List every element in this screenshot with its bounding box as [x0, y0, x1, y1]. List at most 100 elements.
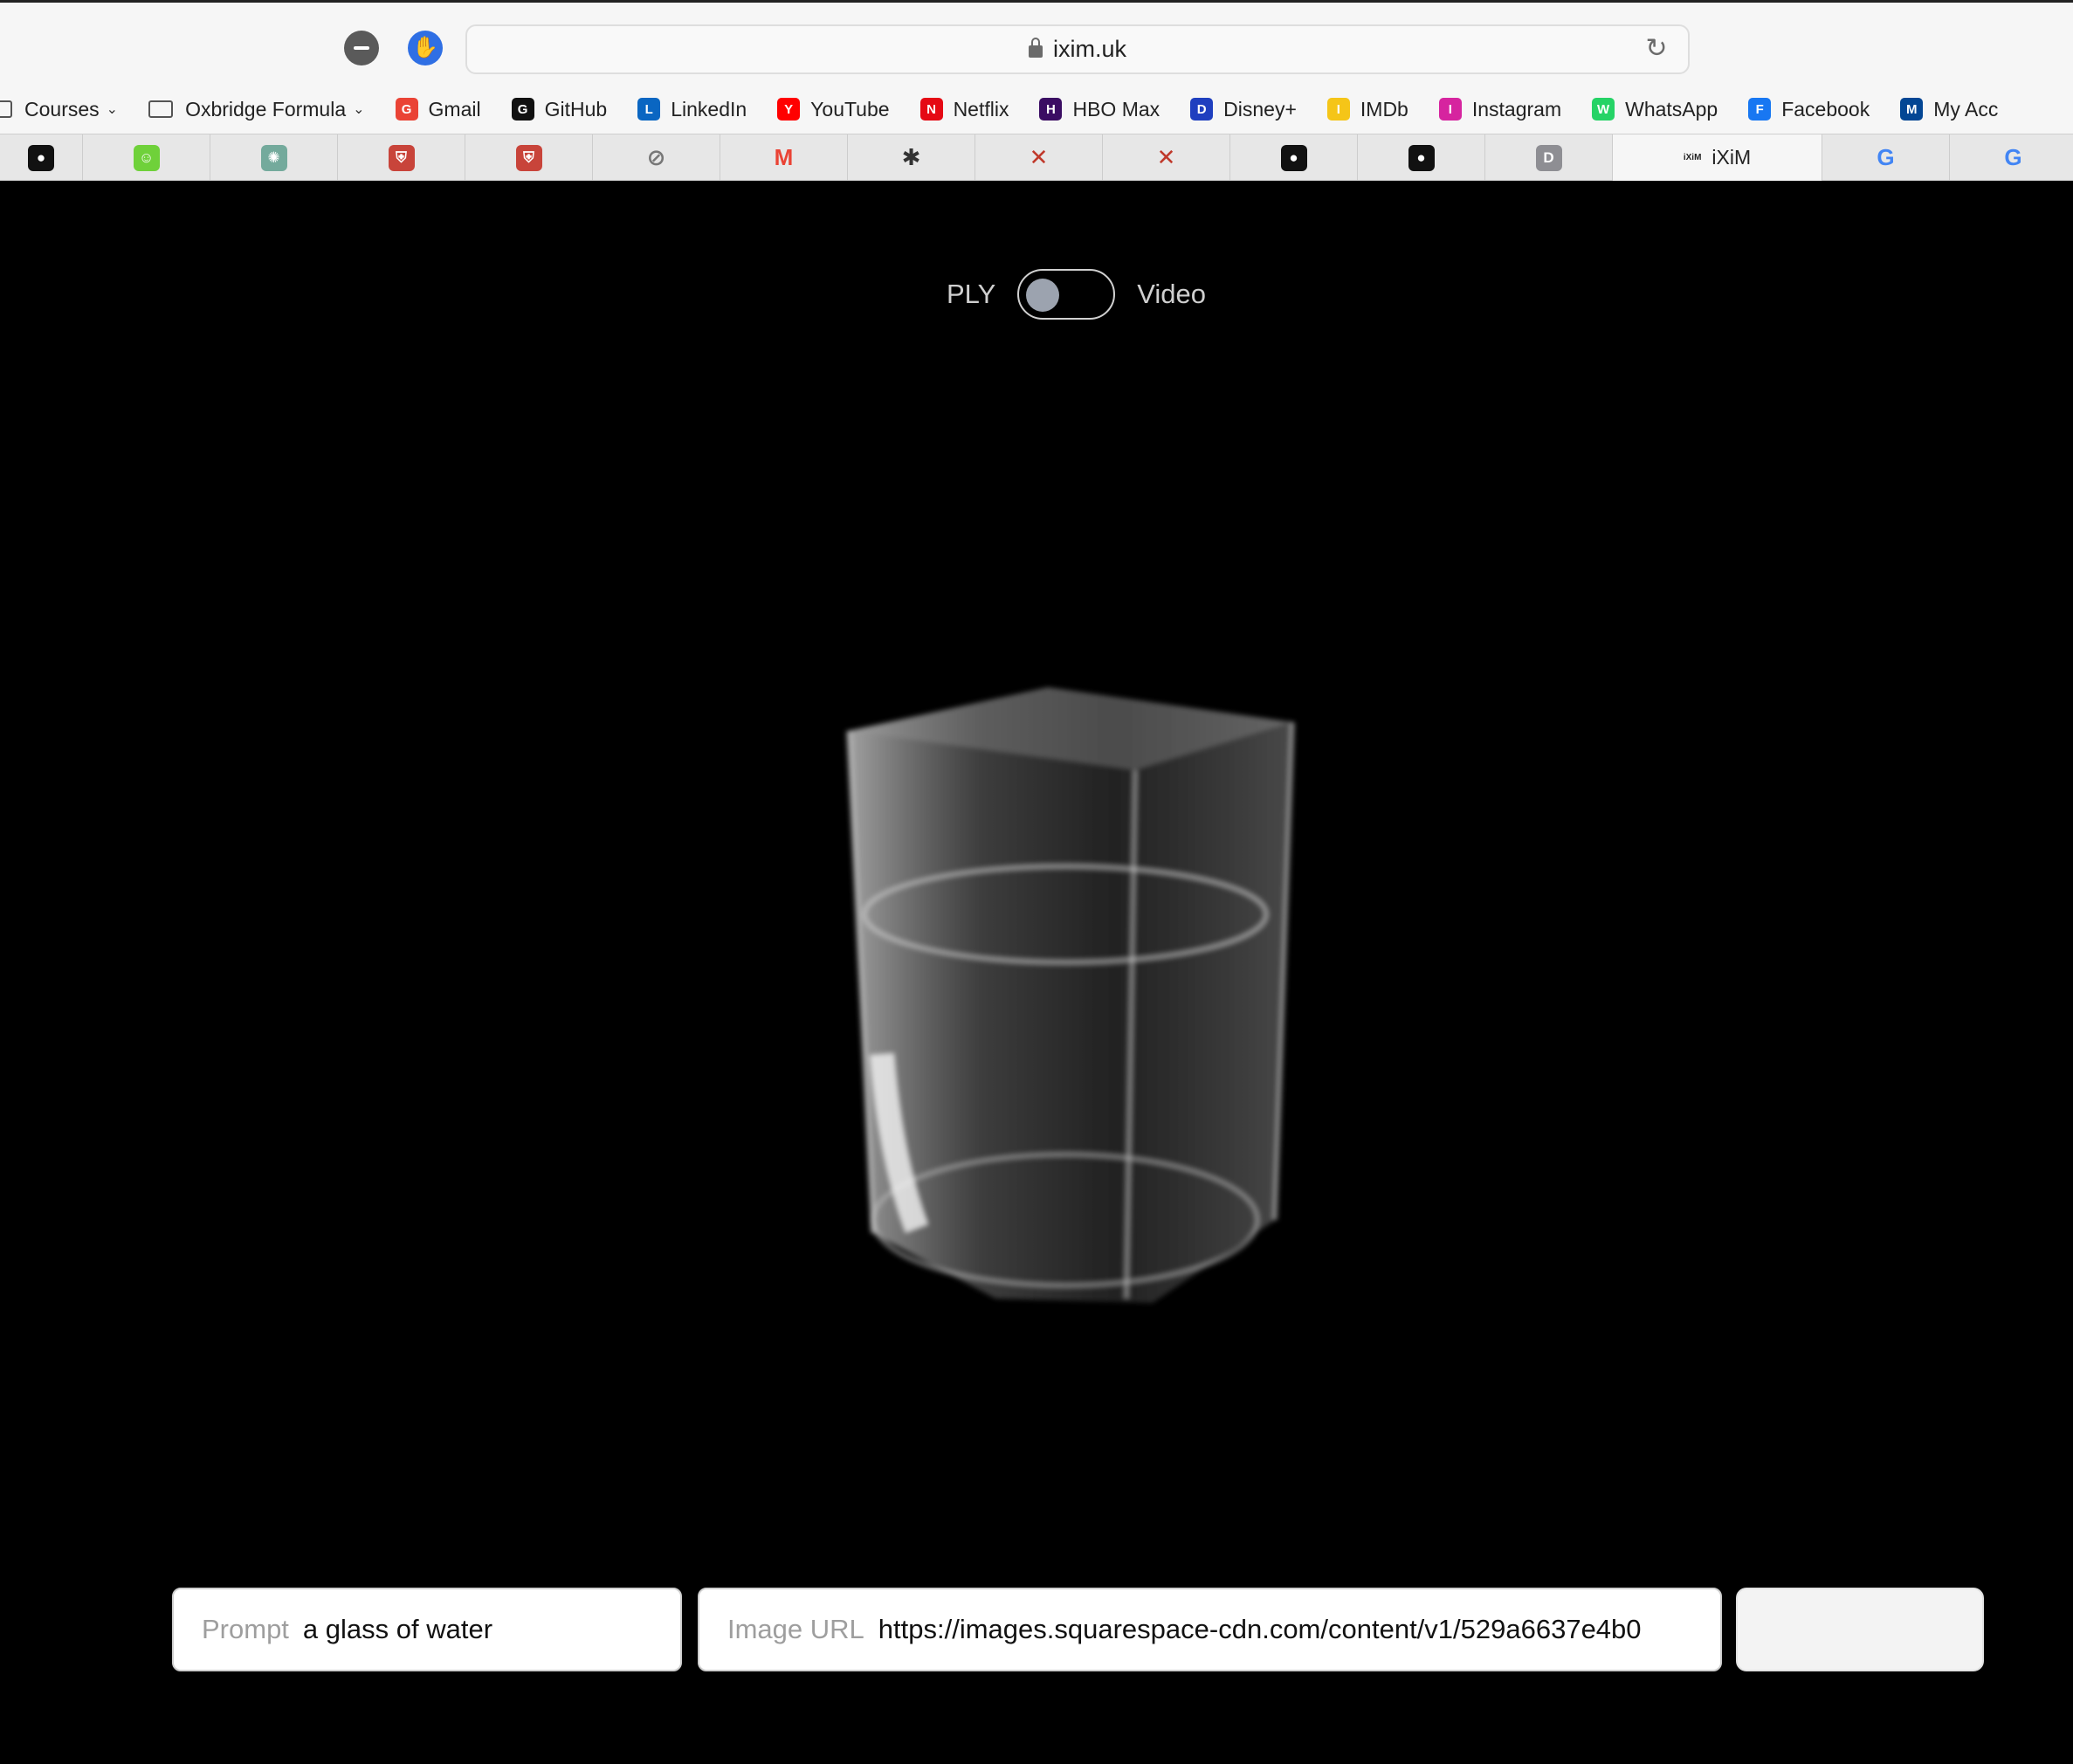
x-mark-icon: ✕: [1029, 144, 1049, 170]
github-icon: ●: [1280, 144, 1307, 171]
address-bar[interactable]: ixim.uk ↻: [465, 24, 1690, 74]
bookmark-label: GitHub: [544, 97, 608, 121]
browser-tab[interactable]: ●: [1230, 134, 1358, 181]
bookmark-linkedin[interactable]: L LinkedIn: [637, 98, 747, 121]
browser-tab[interactable]: ✺: [210, 134, 338, 181]
instagram-icon: I: [1438, 98, 1462, 121]
bookmark-facebook[interactable]: F Facebook: [1748, 98, 1870, 121]
prompt-value[interactable]: a glass of water: [303, 1614, 492, 1645]
gmail-icon: M: [774, 144, 794, 170]
linkedin-icon: L: [637, 98, 661, 121]
cambridge-crest-icon: ⛨: [388, 144, 415, 171]
browser-tab[interactable]: ⛨: [465, 134, 593, 181]
bookmark-netflix[interactable]: N Netflix: [919, 97, 1009, 121]
bookmark-label: Oxbridge Formula: [185, 97, 347, 121]
browser-tab[interactable]: ✕: [975, 134, 1103, 181]
x-mark-icon: ✕: [1156, 144, 1176, 170]
bookmark-instagram[interactable]: I Instagram: [1438, 97, 1562, 121]
tab-strip: ● ☺ ✺ ⛨ ⛨ ⊘ M ✱ ✕ ✕ ● ● DiXiM iXiM G G: [0, 134, 2073, 181]
bookmark-disney-[interactable]: D Disney+: [1190, 98, 1297, 121]
chatgpt-icon: ✺: [260, 144, 287, 171]
reload-icon[interactable]: ↻: [1644, 36, 1669, 62]
3d-viewer-canvas[interactable]: [786, 617, 1415, 1351]
prompt-input[interactable]: Prompt a glass of water: [172, 1588, 682, 1671]
gmail-icon: G: [395, 98, 418, 121]
whatsapp-icon: W: [1592, 98, 1615, 121]
cambridge-crest-icon: ⛨: [515, 144, 542, 171]
bookmark-imdb[interactable]: I IMDb: [1326, 97, 1408, 121]
hand-stop-icon[interactable]: ✋: [408, 31, 443, 65]
browser-tab[interactable]: ⛨: [338, 134, 465, 181]
google-icon: G: [2004, 144, 2022, 170]
browser-tab[interactable]: G: [1950, 134, 2073, 181]
browser-toolbar: ✋ ixim.uk ↻: [0, 0, 2073, 85]
ply-video-toggle[interactable]: [1017, 269, 1116, 320]
bookmark-courses[interactable]: Courses ⌄: [0, 98, 118, 121]
github-icon: ●: [1408, 144, 1435, 171]
bookmark-label: Disney+: [1223, 97, 1297, 121]
bookmark-label: Gmail: [428, 97, 481, 121]
bookmark-label: IMDb: [1360, 97, 1408, 121]
url-value: ixim.uk: [1052, 36, 1126, 62]
bookmark-label: YouTube: [810, 97, 890, 121]
browser-tab[interactable]: ●: [0, 134, 83, 181]
bookmark-oxbridge-formula[interactable]: Oxbridge Formula ⌄: [148, 97, 365, 121]
hbomax-icon: H: [1039, 98, 1063, 121]
github-icon: G: [511, 98, 534, 121]
toggle-knob[interactable]: [1026, 279, 1060, 312]
generation-form: Prompt a glass of water Image URL https:…: [0, 1588, 2073, 1671]
image-url-input[interactable]: Image URL https://images.squarespace-cdn…: [698, 1588, 1722, 1671]
chevron-down-icon: ⌄: [106, 102, 119, 117]
imdb-icon: I: [1326, 98, 1350, 121]
browser-tab[interactable]: ✱: [848, 134, 975, 181]
bookmark-youtube[interactable]: Y YouTube: [777, 97, 890, 121]
bug-icon: ✱: [901, 144, 921, 170]
compass-icon: ⊘: [646, 144, 666, 170]
browser-tab[interactable]: M: [720, 134, 848, 181]
bookmark-label: My Acc: [1933, 97, 1999, 121]
tab-label: iXiM: [1711, 146, 1752, 169]
view-toggle-row: PLY Video: [947, 268, 1209, 320]
browser-tab[interactable]: G: [1822, 134, 1950, 181]
image-url-label: Image URL: [727, 1614, 864, 1644]
bookmark-label: Netflix: [953, 97, 1009, 121]
bookmark-label: Facebook: [1781, 97, 1870, 121]
facebook-icon: F: [1748, 98, 1772, 121]
address-bar-text: ixim.uk: [467, 26, 1688, 72]
browser-tab[interactable]: ⊘: [593, 134, 720, 181]
bookmark-my-acc[interactable]: M My Acc: [1900, 98, 1998, 121]
browser-tab[interactable]: ●: [1358, 134, 1485, 181]
bookmark-whatsapp[interactable]: W WhatsApp: [1592, 98, 1718, 121]
browser-tab[interactable]: ☺: [83, 134, 210, 181]
d-icon: D: [1535, 144, 1562, 171]
bookmark-label: HBO Max: [1072, 97, 1160, 121]
ixim-icon: iXiM: [1683, 153, 1702, 162]
bookmarks-bar: Courses ⌄ Oxbridge Formula ⌄ G Gmail G GitHub L L…: [0, 85, 2073, 134]
bookmark-github[interactable]: G GitHub: [511, 97, 608, 121]
browser-tab[interactable]: iXiM iXiM: [1613, 134, 1822, 181]
submit-button[interactable]: [1736, 1588, 1984, 1671]
toggle-label-video: Video: [1137, 279, 1207, 309]
folder-icon: [148, 100, 174, 118]
youtube-icon: Y: [777, 98, 801, 121]
folder-icon: [0, 100, 12, 118]
bookmark-label: WhatsApp: [1625, 97, 1718, 121]
chevron-down-icon: ⌄: [353, 102, 365, 117]
bookmark-label: Courses: [24, 97, 100, 121]
toggle-label-ply: PLY: [947, 279, 996, 309]
browser-tab[interactable]: ✕: [1103, 134, 1230, 181]
smiley-icon: ☺: [133, 144, 160, 171]
page-content: PLY Video Prompt a glass of water Image …: [0, 181, 2073, 1764]
google-icon: G: [1877, 144, 1895, 170]
browser-tab[interactable]: D: [1485, 134, 1613, 181]
bookmark-label: Instagram: [1471, 97, 1562, 121]
image-url-value[interactable]: https://images.squarespace-cdn.com/conte…: [878, 1614, 1642, 1645]
github-icon: ●: [28, 144, 54, 171]
bookmark-gmail[interactable]: G Gmail: [395, 97, 481, 121]
glass-render: [846, 687, 1295, 1303]
disney-icon: D: [1190, 98, 1214, 121]
bookmark-hbo-max[interactable]: H HBO Max: [1039, 98, 1160, 121]
netflix-icon: N: [919, 98, 943, 121]
minus-circle-icon[interactable]: [344, 31, 379, 65]
prompt-label: Prompt: [202, 1614, 289, 1644]
